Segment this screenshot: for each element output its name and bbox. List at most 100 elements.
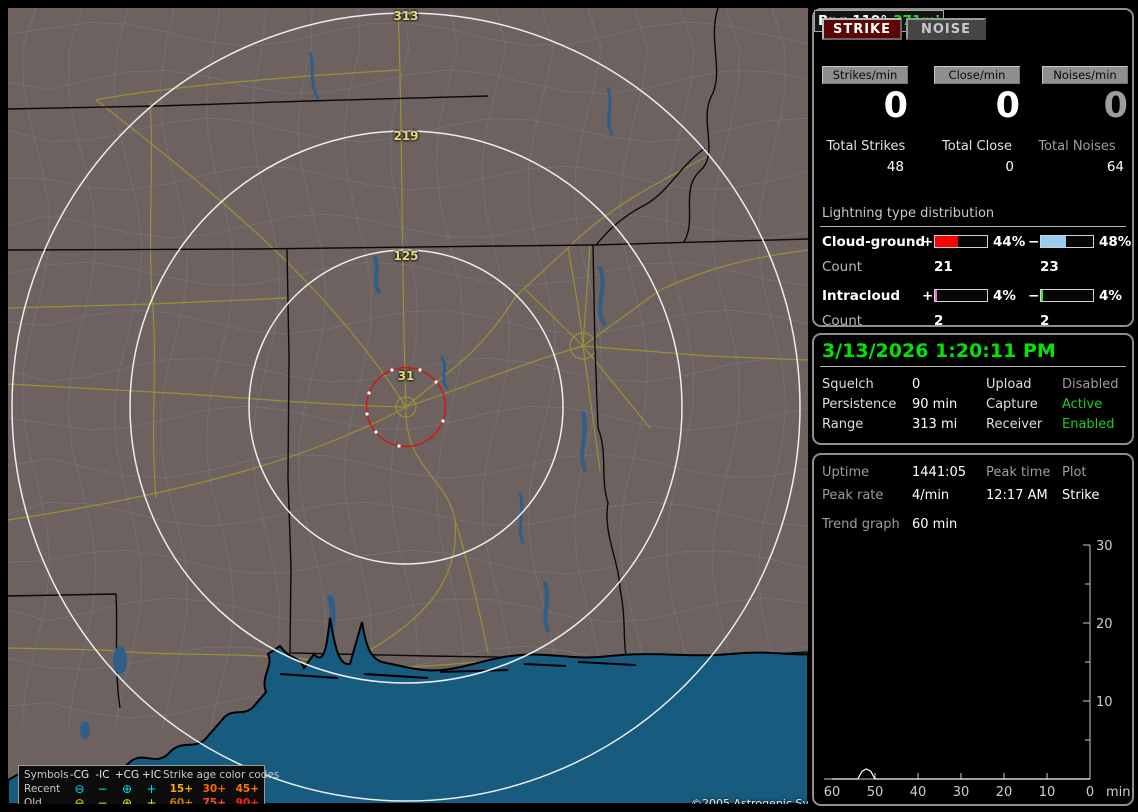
stats-trend-panel: Uptime 1441:05 Peak time Plot Peak rate …	[812, 453, 1134, 806]
cg-positive-count: 21	[934, 259, 953, 275]
x-tick-60: 60	[824, 785, 841, 800]
neg-ic-old-icon: −	[97, 796, 108, 804]
peak-rate-label: Peak rate	[822, 488, 884, 503]
cloud-ground-label: Cloud-ground	[822, 234, 926, 250]
legend-recent-label: Recent	[24, 783, 61, 795]
close-per-min-chip: Close/min	[934, 66, 1020, 84]
upload-label: Upload	[986, 377, 1032, 392]
distribution-title: Lightning type distribution	[822, 206, 995, 221]
symbols-legend: Symbols -CG -IC +CG +IC Strike age color…	[18, 765, 280, 804]
strike-counters-panel: STRIKE NOISE Bng 119°371mi Strikes/min C…	[812, 8, 1134, 329]
x-tick-0: 0	[1086, 785, 1094, 800]
upload-value: Disabled	[1062, 377, 1119, 392]
range-label: Range	[822, 417, 864, 432]
noises-per-min-counter: 0	[1103, 86, 1128, 126]
ring-label-313: 313	[393, 9, 419, 23]
legend-col-pos-ic: +IC	[141, 769, 162, 781]
neg-cg-old-icon: ⊖	[74, 796, 85, 804]
total-close-label: Total Close	[942, 139, 1012, 154]
ic-positive-pct: 4%	[993, 288, 1016, 304]
distribution-divider	[820, 226, 1126, 227]
trend-graph: 30 20 10 60 50 40 30 20 10 0 min	[824, 539, 1131, 800]
neg-ic-recent-icon: −	[97, 782, 108, 796]
peak-time-label: Peak time	[986, 465, 1051, 480]
copyright-text: ©2005 Astrogenic Systems	[691, 797, 808, 804]
uptime-value: 1441:05	[912, 465, 967, 480]
ic-negative-count: 2	[1040, 313, 1050, 329]
total-strikes-value: 48	[886, 159, 904, 175]
uptime-label: Uptime	[822, 465, 870, 480]
total-noises-value: 64	[1106, 159, 1124, 175]
cg-negative-pct: 48%	[1099, 234, 1132, 250]
legend-col-pos-cg: +CG	[114, 769, 140, 781]
total-close-value: 0	[1005, 159, 1014, 175]
strike-mode-button[interactable]: STRIKE	[822, 18, 902, 40]
age-60-label: 60+	[169, 797, 193, 804]
minus-sign: −	[1028, 234, 1040, 250]
intracloud-row: Intracloud + 4% − 4%	[814, 288, 1132, 304]
map-canvas	[8, 8, 808, 804]
pos-ic-old-icon: +	[146, 796, 157, 804]
plus-sign: +	[922, 234, 934, 250]
cloud-ground-row: Cloud-ground + 44% − 48%	[814, 234, 1132, 250]
pos-cg-old-icon: ⊕	[121, 796, 133, 804]
x-tick-10: 10	[1039, 785, 1056, 800]
ic-negative-bar	[1040, 289, 1094, 302]
plus-sign: +	[922, 288, 934, 304]
capture-label: Capture	[986, 397, 1038, 412]
ring-label-219: 219	[393, 129, 419, 143]
trend-axes	[824, 544, 1091, 780]
legend-col-neg-ic: -IC	[95, 769, 110, 781]
capture-value: Active	[1062, 397, 1103, 412]
x-tick-50: 50	[867, 785, 884, 800]
strike-map: 313 219 125 31 Symbols -CG -IC +CG +IC S…	[8, 8, 808, 804]
cg-negative-count: 23	[1040, 259, 1059, 275]
status-panel: 3/13/2026 1:20:11 PM Squelch 0 Upload Di…	[812, 333, 1134, 445]
close-per-min-counter: 0	[995, 86, 1020, 126]
cg-positive-fill	[935, 236, 958, 247]
pos-ic-recent-icon: +	[146, 782, 157, 796]
receiver-label: Receiver	[986, 417, 1043, 432]
y-tick-20: 20	[1096, 617, 1113, 632]
legend-symbols-header: Symbols	[24, 769, 69, 781]
range-value: 313 mi	[912, 417, 958, 432]
y-tick-30: 30	[1096, 539, 1113, 554]
trend-graph-value: 60 min	[912, 517, 958, 532]
cg-negative-bar	[1040, 235, 1094, 248]
ic-negative-pct: 4%	[1099, 288, 1122, 304]
plot-label: Plot	[1062, 465, 1087, 480]
cg-positive-bar	[934, 235, 988, 248]
intracloud-label: Intracloud	[822, 288, 901, 304]
cg-negative-fill	[1041, 236, 1066, 247]
age-90-label: 90+	[235, 797, 259, 804]
x-tick-20: 20	[996, 785, 1013, 800]
persistence-value: 90 min	[912, 397, 958, 412]
legend-age-header: Strike age color codes	[163, 769, 280, 781]
count-label: Count	[822, 313, 863, 329]
x-axis-unit: min	[1106, 785, 1131, 800]
receiver-value: Enabled	[1062, 417, 1115, 432]
ic-positive-count: 2	[934, 313, 944, 329]
age-30-label: 30+	[202, 783, 226, 795]
x-tick-30: 30	[953, 785, 970, 800]
minus-sign: −	[1028, 288, 1040, 304]
peak-rate-value: 4/min	[912, 488, 950, 503]
pos-cg-recent-icon: ⊕	[121, 782, 133, 796]
ring-label-125: 125	[393, 249, 419, 263]
total-strikes-label: Total Strikes	[826, 139, 906, 154]
ic-positive-bar	[934, 289, 988, 302]
total-noises-label: Total Noises	[1038, 139, 1116, 154]
x-tick-40: 40	[910, 785, 927, 800]
legend-old-label: Old	[24, 797, 42, 804]
noise-mode-button[interactable]: NOISE	[906, 18, 986, 40]
legend-col-neg-cg: -CG	[69, 769, 90, 781]
age-15-label: 15+	[169, 783, 193, 795]
persistence-label: Persistence	[822, 397, 897, 412]
datetime-divider	[820, 366, 1126, 367]
noises-per-min-chip: Noises/min	[1042, 66, 1128, 84]
neg-cg-recent-icon: ⊖	[74, 782, 85, 796]
plot-value: Strike	[1062, 488, 1100, 503]
squelch-value: 0	[912, 377, 921, 392]
trend-graph-label: Trend graph	[822, 517, 900, 532]
ic-negative-fill	[1041, 290, 1044, 301]
